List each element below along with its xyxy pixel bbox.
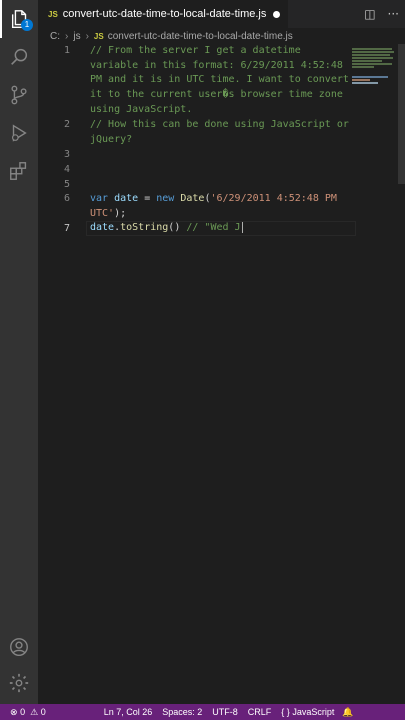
- account-icon[interactable]: [0, 628, 38, 666]
- js-file-icon: JS: [48, 9, 58, 19]
- breadcrumb-file[interactable]: convert-utc-date-time-to-local-date-time…: [108, 31, 293, 42]
- inline-comment: // "Wed J: [180, 222, 241, 233]
- line-number-current: 7: [63, 223, 70, 234]
- warning-count: 0: [40, 707, 46, 717]
- line-number: 6: [63, 193, 70, 204]
- line-number: 4: [63, 164, 70, 175]
- code-line-7: date.toString() // "Wed J: [90, 221, 350, 236]
- breadcrumb: C: › js › JS convert-utc-date-time-to-lo…: [38, 28, 405, 44]
- vertical-scrollbar[interactable]: [398, 44, 405, 184]
- language-label: JavaScript: [292, 707, 335, 717]
- paren: (): [168, 222, 181, 233]
- activity-bar: 1: [0, 0, 38, 704]
- chevron-right-icon: ›: [65, 30, 69, 42]
- line-number: 1: [63, 45, 70, 56]
- breadcrumb-drive[interactable]: C:: [50, 31, 60, 42]
- end-of-line[interactable]: CRLF: [248, 707, 272, 717]
- function-name: toString: [120, 222, 169, 233]
- source-control-icon[interactable]: [0, 76, 38, 114]
- cursor-position[interactable]: Ln 7, Col 26: [104, 707, 153, 717]
- code-line-2: // How this can be done using JavaScript…: [90, 119, 355, 145]
- line-number: 3: [63, 149, 70, 160]
- keyword-new: new: [156, 193, 175, 204]
- run-debug-icon[interactable]: [0, 114, 38, 152]
- error-count: 0: [20, 707, 26, 717]
- language-mode[interactable]: { } JavaScript: [281, 707, 334, 717]
- editor-tab[interactable]: JS convert-utc-date-time-to-local-date-t…: [38, 0, 288, 28]
- settings-gear-icon[interactable]: [0, 664, 38, 702]
- text-cursor: [241, 221, 243, 233]
- breadcrumb-folder[interactable]: js: [73, 31, 80, 42]
- more-actions-icon[interactable]: ···: [388, 6, 399, 22]
- code-editor[interactable]: 1 2 3 4 5 6 7 // From the server I get a…: [38, 44, 405, 704]
- status-bar: ⊗ 0 ⚠ 0 Ln 7, Col 26 Spaces: 2 UTF-8 CRL…: [0, 704, 405, 720]
- chevron-right-icon: ›: [85, 30, 89, 42]
- warning-icon: ⚠: [30, 706, 39, 717]
- problems-indicator[interactable]: ⊗ 0 ⚠ 0: [10, 707, 46, 718]
- unsaved-dot-icon[interactable]: [273, 10, 281, 18]
- code-line-1: // From the server I get a datetime vari…: [90, 45, 349, 115]
- encoding[interactable]: UTF-8: [212, 707, 238, 717]
- operator: =: [138, 193, 157, 204]
- keyword-var: var: [90, 193, 109, 204]
- code-line-6: var date = new Date('6/29/2011 4:52:48 P…: [90, 192, 350, 221]
- indentation[interactable]: Spaces: 2: [162, 707, 202, 717]
- tab-filename: convert-utc-date-time-to-local-date-time…: [62, 8, 267, 20]
- extensions-icon[interactable]: [0, 152, 38, 190]
- explorer-badge: 1: [21, 19, 33, 31]
- explorer-icon[interactable]: 1: [0, 0, 38, 38]
- tab-bar: JS convert-utc-date-time-to-local-date-t…: [38, 0, 405, 28]
- js-file-icon: JS: [93, 31, 104, 41]
- function-name: Date: [180, 193, 205, 204]
- line-number: 2: [63, 119, 70, 130]
- identifier: date: [114, 193, 139, 204]
- split-editor-icon[interactable]: ◫: [364, 6, 375, 22]
- notifications-bell-icon[interactable]: 🔔: [342, 707, 353, 718]
- braces-icon: { }: [281, 707, 290, 717]
- tab-actions: ◫ ···: [364, 6, 399, 22]
- line-number: 5: [63, 179, 70, 190]
- error-icon: ⊗: [10, 706, 18, 717]
- paren: );: [114, 207, 127, 219]
- identifier: date: [90, 222, 115, 233]
- minimap[interactable]: [352, 44, 398, 144]
- search-icon[interactable]: [0, 38, 38, 76]
